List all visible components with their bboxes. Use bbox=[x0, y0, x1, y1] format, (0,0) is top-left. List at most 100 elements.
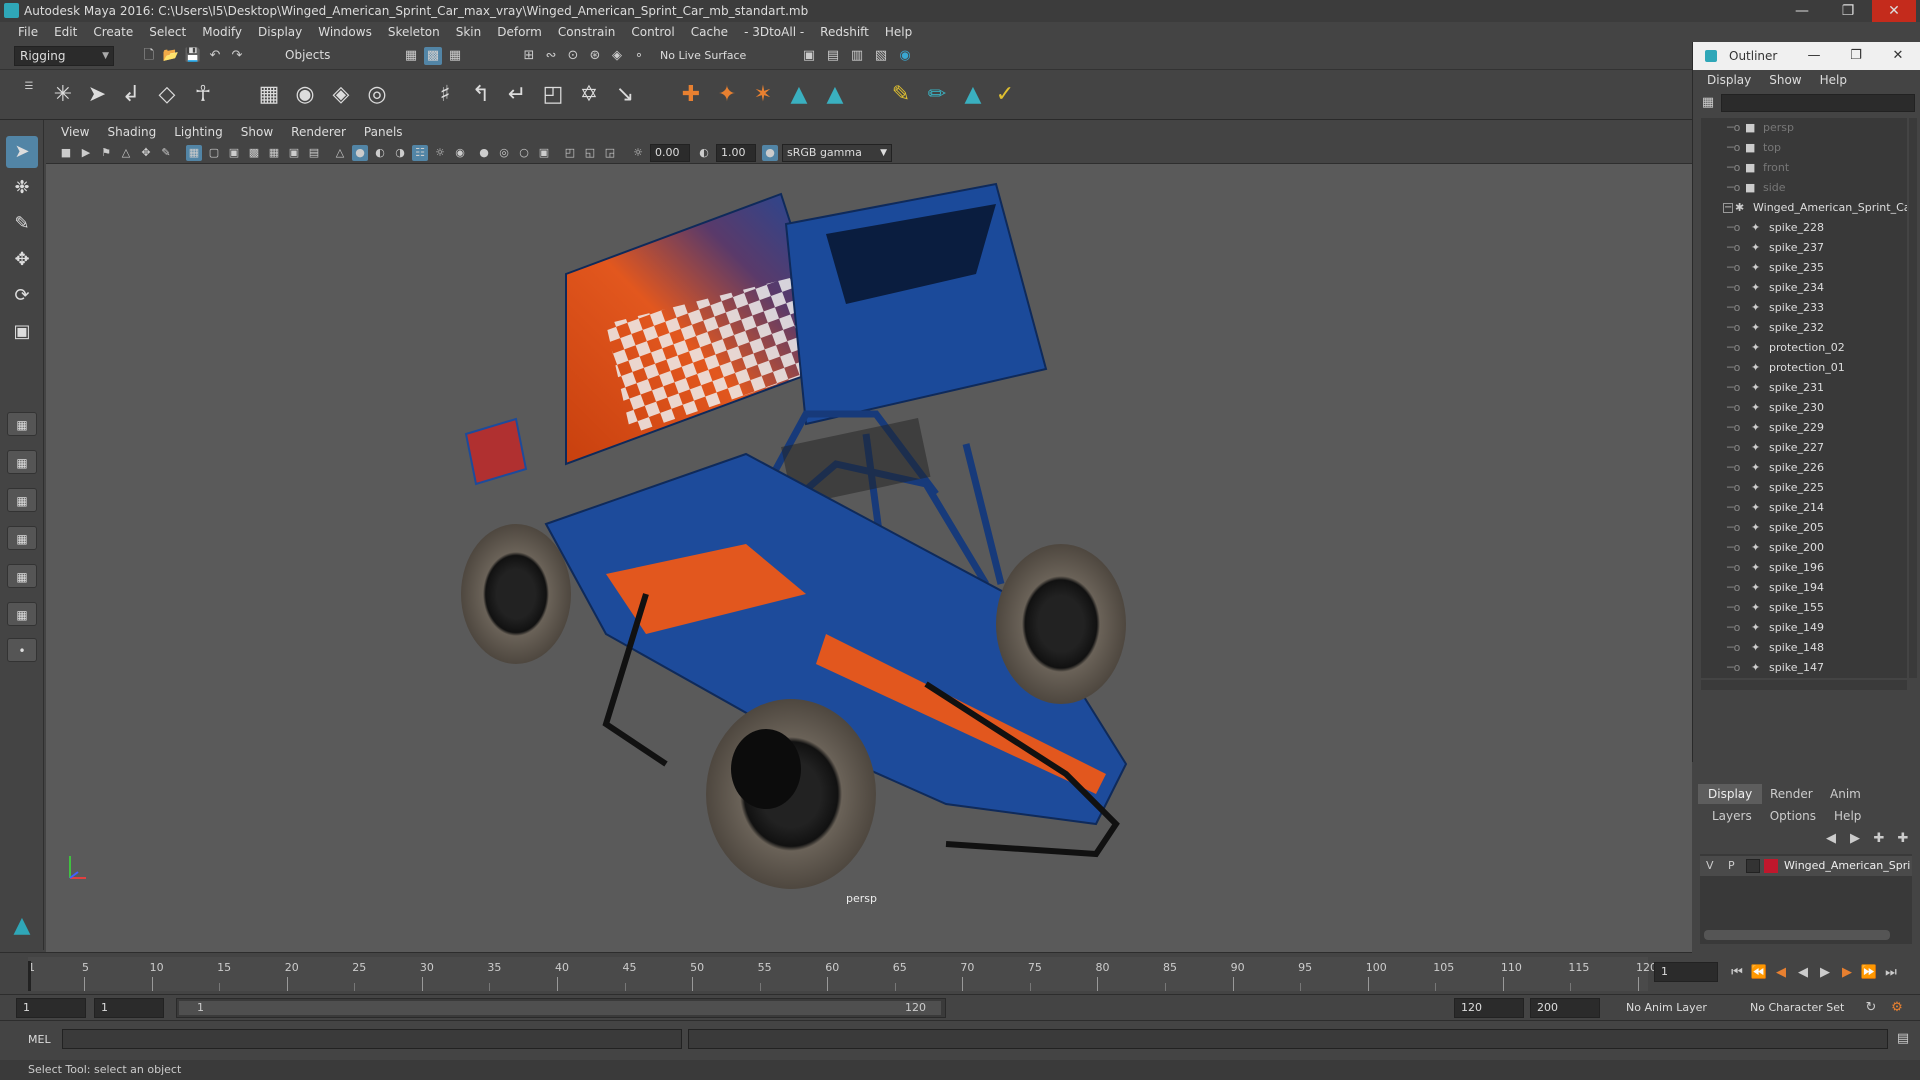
layout-extra-icon[interactable]: • bbox=[7, 638, 37, 662]
snap-point-icon[interactable]: ⊙ bbox=[564, 47, 582, 65]
move-layer-up-icon[interactable]: ◀ bbox=[1822, 830, 1840, 848]
gamma-icon[interactable]: ◐ bbox=[696, 145, 712, 161]
joint-tool-icon[interactable]: ✳ bbox=[48, 80, 78, 110]
current-time-indicator[interactable] bbox=[28, 961, 31, 991]
check-tool-icon[interactable]: ✓ bbox=[990, 80, 1020, 110]
layout-single-icon[interactable]: ▦ bbox=[7, 412, 37, 436]
outliner-item[interactable]: ─o ■ side bbox=[1701, 178, 1907, 198]
step-back-key-icon[interactable]: ⏪ bbox=[1750, 964, 1768, 982]
gate-mask-icon[interactable]: ▩ bbox=[246, 145, 262, 161]
outliner-item[interactable]: ─o ✦ spike_233 bbox=[1701, 298, 1907, 318]
bookmark-icon[interactable]: ⚑ bbox=[98, 145, 114, 161]
scale-constraint-icon[interactable]: ◰ bbox=[538, 80, 568, 110]
new-layer-selected-icon[interactable]: ✚ bbox=[1894, 830, 1912, 848]
play-forward-icon[interactable]: ▶ bbox=[1816, 964, 1834, 982]
lattice-icon[interactable]: ◉ bbox=[290, 80, 320, 110]
snap-surface-icon[interactable]: ◈ bbox=[608, 47, 626, 65]
snap-grid-icon[interactable]: ⊞ bbox=[520, 47, 538, 65]
outliner-filter-icon[interactable]: ▦ bbox=[1699, 94, 1717, 112]
auto-key-icon[interactable]: ↻ bbox=[1862, 999, 1880, 1017]
use-all-lights-icon[interactable]: ☷ bbox=[412, 145, 428, 161]
layer-visibility-toggle[interactable]: V bbox=[1706, 859, 1714, 872]
layout-hypershade-icon[interactable]: ▦ bbox=[7, 602, 37, 626]
layer-display-type[interactable] bbox=[1746, 859, 1760, 873]
menu-skin[interactable]: Skin bbox=[448, 25, 490, 39]
image-plane-icon[interactable]: △ bbox=[118, 145, 134, 161]
menuset-dropdown[interactable]: Rigging ▼ bbox=[14, 46, 114, 66]
new-scene-icon[interactable]: 🗋 bbox=[140, 47, 158, 65]
outliner-item[interactable]: ─o ✦ spike_148 bbox=[1701, 638, 1907, 658]
vp-menu-panels[interactable]: Panels bbox=[355, 125, 412, 139]
grease-pencil-icon[interactable]: ✎ bbox=[158, 145, 174, 161]
outliner-item[interactable]: ─o ■ persp bbox=[1701, 118, 1907, 138]
menu-modify[interactable]: Modify bbox=[194, 25, 250, 39]
layer-horizontal-scrollbar[interactable] bbox=[1704, 930, 1890, 940]
safe-title-icon[interactable]: ▤ bbox=[306, 145, 322, 161]
redo-icon[interactable]: ↷ bbox=[228, 47, 246, 65]
outliner-item[interactable]: ─o ✦ spike_200 bbox=[1701, 538, 1907, 558]
undo-icon[interactable]: ↶ bbox=[206, 47, 224, 65]
layout-persp-graph-icon[interactable]: ▦ bbox=[7, 564, 37, 588]
outliner-item[interactable]: − ✱ Winged_American_Sprint_Car bbox=[1701, 198, 1907, 218]
camera-select-icon[interactable]: ■ bbox=[58, 145, 74, 161]
animation-end-field[interactable]: 200 bbox=[1530, 998, 1600, 1018]
outliner-search-input[interactable] bbox=[1721, 94, 1915, 112]
menu-help[interactable]: Help bbox=[877, 25, 920, 39]
outliner-item[interactable]: ─o ✦ spike_194 bbox=[1701, 578, 1907, 598]
orient-joint-icon[interactable]: ☥ bbox=[188, 80, 218, 110]
open-scene-icon[interactable]: 📂 bbox=[162, 47, 180, 65]
locator-icon[interactable]: ✚ bbox=[676, 80, 706, 110]
vp-menu-view[interactable]: View bbox=[52, 125, 98, 139]
go-to-end-icon[interactable]: ⏭ bbox=[1882, 964, 1900, 982]
ik-spline-icon[interactable]: ↲ bbox=[116, 80, 146, 110]
menu-create[interactable]: Create bbox=[85, 25, 141, 39]
select-hierarchy-icon[interactable]: ▦ bbox=[402, 47, 420, 65]
wireframe-on-shaded-icon[interactable]: ◐ bbox=[372, 145, 388, 161]
select-component-icon[interactable]: ▦ bbox=[446, 47, 464, 65]
exposure-icon[interactable]: ☼ bbox=[630, 145, 646, 161]
3d-viewport[interactable] bbox=[46, 164, 1692, 952]
layer-tab-anim[interactable]: Anim bbox=[1820, 784, 1871, 804]
outliner-vertical-scrollbar[interactable] bbox=[1909, 118, 1917, 678]
color-management-icon[interactable]: ● bbox=[762, 145, 778, 161]
paint-weights-icon[interactable]: ✎ bbox=[886, 80, 916, 110]
playback-start-field[interactable]: 1 bbox=[94, 998, 164, 1018]
move-layer-down-icon[interactable]: ▶ bbox=[1846, 830, 1864, 848]
parent-constraint-icon[interactable]: ✡ bbox=[574, 80, 604, 110]
shelf-menu-icon[interactable]: ☰ bbox=[20, 78, 38, 96]
select-tool-icon[interactable]: ➤ bbox=[6, 136, 38, 168]
selection-mode-dropdown[interactable]: Objects bbox=[280, 46, 376, 66]
smooth-shade-icon[interactable]: ● bbox=[352, 145, 368, 161]
layer-menu-options[interactable]: Options bbox=[1770, 809, 1816, 823]
motion-blur-icon[interactable]: ● bbox=[476, 145, 492, 161]
play-backward-icon[interactable]: ◀ bbox=[1794, 964, 1812, 982]
select-object-icon[interactable]: ▩ bbox=[424, 47, 442, 65]
menu-cache[interactable]: Cache bbox=[683, 25, 736, 39]
pole-vector-icon[interactable]: ↘ bbox=[610, 80, 640, 110]
vp-menu-renderer[interactable]: Renderer bbox=[282, 125, 355, 139]
outliner-item[interactable]: ─o ✦ spike_205 bbox=[1701, 518, 1907, 538]
hypershade-icon[interactable]: ◉ bbox=[896, 47, 914, 65]
layer-color-swatch[interactable] bbox=[1764, 859, 1778, 873]
outliner-menu-help[interactable]: Help bbox=[1820, 73, 1847, 87]
outliner-item[interactable]: ─o ✦ spike_235 bbox=[1701, 258, 1907, 278]
menu-deform[interactable]: Deform bbox=[489, 25, 550, 39]
resolution-gate-icon[interactable]: ▣ bbox=[226, 145, 242, 161]
time-slider-track[interactable]: 1 5 10 15 20 25 30 35 40 45 50 55 60 65 70 75 80 85 90 95 10… bbox=[28, 957, 1657, 991]
outliner-menu-show[interactable]: Show bbox=[1769, 73, 1801, 87]
menu-windows[interactable]: Windows bbox=[310, 25, 380, 39]
menu-file[interactable]: File bbox=[10, 25, 46, 39]
step-forward-key-icon[interactable]: ⏩ bbox=[1860, 964, 1878, 982]
layer-menu-help[interactable]: Help bbox=[1834, 809, 1861, 823]
maya-tool-b-icon[interactable]: ▲ bbox=[820, 80, 850, 110]
range-handle[interactable] bbox=[179, 1001, 941, 1015]
script-editor-icon[interactable]: ▤ bbox=[1894, 1030, 1912, 1048]
range-bar[interactable]: 1 120 bbox=[176, 998, 946, 1018]
outliner-maximize-button[interactable]: ❐ bbox=[1835, 42, 1877, 70]
hik-icon[interactable]: ✶ bbox=[748, 80, 778, 110]
vp-menu-show[interactable]: Show bbox=[232, 125, 282, 139]
ik-handle-icon[interactable]: ➤ bbox=[82, 80, 112, 110]
outliner-menu-display[interactable]: Display bbox=[1707, 73, 1751, 87]
outliner-item[interactable]: ─o ✦ spike_230 bbox=[1701, 398, 1907, 418]
anim-prefs-icon[interactable]: ⚙ bbox=[1888, 999, 1906, 1017]
